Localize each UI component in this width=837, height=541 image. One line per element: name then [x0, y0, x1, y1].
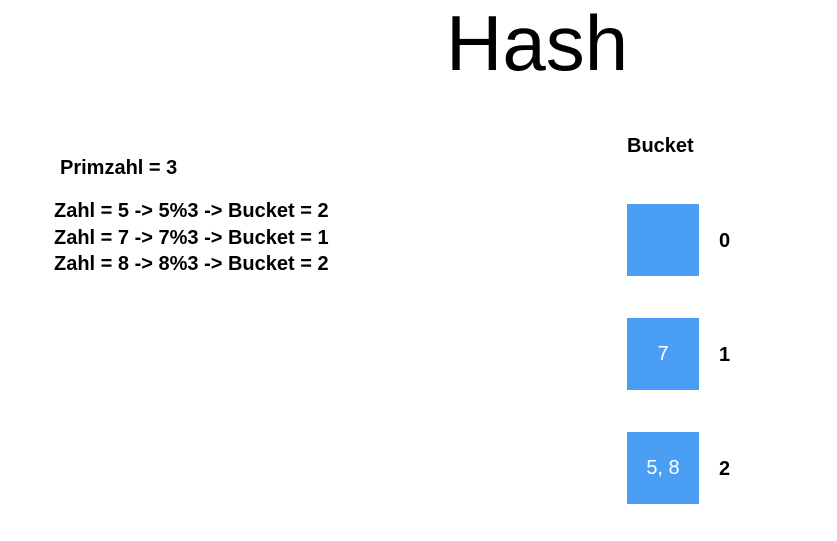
page-title: Hash [446, 0, 629, 87]
bucket-box-1: 7 [627, 318, 699, 390]
bucket-index-0: 0 [719, 230, 731, 252]
calculation-line: Zahl = 8 -> 8%3 -> Bucket = 2 [54, 253, 329, 275]
calculation-line: Zahl = 5 -> 5%3 -> Bucket = 2 [54, 200, 329, 222]
prime-number-label: Primzahl = 3 [60, 157, 178, 179]
bucket-content: 5, 8 [646, 456, 680, 479]
bucket-index-1: 1 [719, 344, 731, 366]
bucket-heading: Bucket [627, 135, 694, 157]
bucket-index-2: 2 [719, 458, 731, 480]
bucket-content: 7 [657, 342, 669, 365]
bucket-box-2: 5, 8 [627, 432, 699, 504]
calculation-line: Zahl = 7 -> 7%3 -> Bucket = 1 [54, 226, 329, 249]
bucket-box-0 [627, 204, 699, 276]
calculation-list: Zahl = 5 -> 5%3 -> Bucket = 2 Zahl = 7 -… [54, 198, 329, 278]
